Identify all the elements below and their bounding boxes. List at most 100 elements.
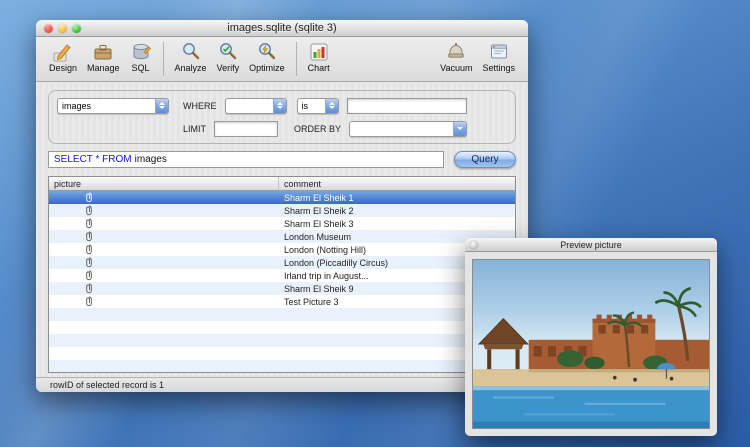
combo-down-arrow-icon xyxy=(453,121,467,136)
analyze-magnifier-icon xyxy=(180,40,202,64)
row-picture-cell xyxy=(49,257,279,268)
minimize-button[interactable] xyxy=(58,24,67,33)
paperclip-icon xyxy=(86,231,92,242)
main-titlebar[interactable]: images.sqlite (sqlite 3) xyxy=(36,20,528,37)
manage-box-icon xyxy=(92,40,114,64)
preview-window: Preview picture xyxy=(465,238,717,436)
row-comment: Sharm El Sheik 2 xyxy=(284,205,354,216)
sql-input[interactable]: SELECT * FROM images xyxy=(48,151,444,168)
toolbar-separator xyxy=(162,42,164,76)
toolbar: Design Manage SQL Analyze Verify Optimiz… xyxy=(36,37,528,82)
toolbar-analyze-button[interactable]: Analyze xyxy=(170,39,212,74)
row-picture-cell xyxy=(49,283,279,294)
close-button[interactable] xyxy=(44,24,53,33)
limit-input[interactable] xyxy=(214,120,279,137)
row-picture-cell xyxy=(49,296,279,307)
limit-label: LIMIT xyxy=(183,123,207,134)
column-header-comment[interactable]: comment xyxy=(279,177,515,190)
table-row[interactable]: London (Notting Hill) xyxy=(49,243,515,256)
toolbar-separator xyxy=(295,42,297,76)
toolbar-right-group: Vacuum Settings xyxy=(435,39,520,74)
row-comment: Sharm El Sheik 3 xyxy=(284,218,354,229)
paperclip-icon xyxy=(86,205,92,216)
query-button[interactable]: Query xyxy=(454,151,516,168)
table-row[interactable]: London Museum xyxy=(49,230,515,243)
toolbar-optimize-button[interactable]: Optimize xyxy=(244,39,290,74)
table-row[interactable]: London (Piccadilly Circus) xyxy=(49,256,515,269)
paperclip-icon xyxy=(86,283,92,294)
toolbar-manage-button[interactable]: Manage xyxy=(82,39,125,74)
toolbar-design-button[interactable]: Design xyxy=(44,39,82,74)
column-header-picture[interactable]: picture xyxy=(49,177,279,190)
settings-window-icon xyxy=(488,40,510,64)
where-label: WHERE xyxy=(183,100,217,111)
query-builder: images WHERE is LIMIT ORDER BY xyxy=(48,90,516,144)
zoom-button[interactable] xyxy=(72,24,81,33)
paperclip-icon xyxy=(86,296,92,307)
traffic-lights xyxy=(44,24,81,33)
preview-content xyxy=(465,252,717,436)
paperclip-icon xyxy=(86,257,92,268)
paperclip-icon xyxy=(86,192,92,203)
design-pencil-icon xyxy=(52,40,74,64)
table-row[interactable]: Sharm El Sheik 3 xyxy=(49,217,515,230)
toolbar-label: Analyze xyxy=(174,63,207,73)
preview-close-button[interactable] xyxy=(470,241,478,249)
paperclip-icon xyxy=(86,270,92,281)
preview-title: Preview picture xyxy=(560,239,622,250)
where-field-value xyxy=(226,99,273,113)
toolbar-verify-button[interactable]: Verify xyxy=(212,39,245,74)
row-picture-cell xyxy=(49,244,279,255)
toolbar-label: Manage xyxy=(87,63,120,73)
toolbar-label: Chart xyxy=(307,63,330,73)
toolbar-settings-button[interactable]: Settings xyxy=(477,39,520,74)
table-header: picture comment xyxy=(49,177,515,191)
table-popup-value: images xyxy=(62,100,92,111)
where-field-popup[interactable] xyxy=(224,97,287,114)
optimize-magnifier-bolt-icon xyxy=(256,40,278,64)
row-picture-cell xyxy=(49,231,279,242)
popup-arrows-icon xyxy=(272,98,286,113)
toolbar-sql-button[interactable]: SQL xyxy=(125,39,157,74)
toolbar-label: Design xyxy=(49,63,78,73)
sqlite-manager-window: images.sqlite (sqlite 3) Design Manage S… xyxy=(36,20,528,392)
row-comment: Sharm El Sheik 1 xyxy=(284,192,354,203)
desktop: images.sqlite (sqlite 3) Design Manage S… xyxy=(0,0,750,447)
paperclip-icon xyxy=(86,244,92,255)
table-row[interactable]: Sharm El Sheik 9 xyxy=(49,282,515,295)
row-picture-cell xyxy=(49,205,279,216)
toolbar-label: SQL xyxy=(131,63,150,73)
preview-photo xyxy=(472,259,710,429)
table-row[interactable]: Sharm El Sheik 1 xyxy=(49,191,515,204)
order-by-label: ORDER BY xyxy=(294,123,342,134)
sql-database-icon xyxy=(130,40,152,64)
table-row[interactable]: Sharm El Sheik 2 xyxy=(49,204,515,217)
toolbar-chart-button[interactable]: Chart xyxy=(303,39,335,74)
table-row[interactable]: Test Picture 3 xyxy=(49,295,515,308)
table-body: Sharm El Sheik 1 Sharm El Sheik 2 Sharm … xyxy=(49,191,515,372)
where-value-input[interactable] xyxy=(346,97,467,114)
operator-popup[interactable]: is xyxy=(296,97,339,114)
operator-value: is xyxy=(301,100,309,111)
table-row[interactable]: Irland trip in August... xyxy=(49,269,515,282)
window-title: images.sqlite (sqlite 3) xyxy=(227,22,337,34)
sql-object: images xyxy=(134,154,167,165)
sql-keywords: SELECT * FROM xyxy=(54,154,132,165)
toolbar-label: Verify xyxy=(216,63,240,73)
sql-row: SELECT * FROM images Query xyxy=(48,151,516,168)
toolbar-vacuum-button[interactable]: Vacuum xyxy=(435,39,477,74)
row-picture-cell xyxy=(49,270,279,281)
verify-magnifier-check-icon xyxy=(217,40,239,64)
toolbar-label: Settings xyxy=(482,63,515,73)
main-content: images WHERE is LIMIT ORDER BY SELECT * … xyxy=(36,82,528,377)
preview-titlebar[interactable]: Preview picture xyxy=(465,238,717,252)
popup-arrows-icon xyxy=(324,98,338,113)
row-picture-cell xyxy=(49,192,279,203)
order-by-value xyxy=(350,122,453,136)
popup-arrows-icon xyxy=(155,98,168,113)
vacuum-bell-icon xyxy=(445,40,467,64)
order-by-combo[interactable] xyxy=(349,120,468,137)
chart-bars-icon xyxy=(308,40,330,64)
table-popup[interactable]: images xyxy=(57,97,169,114)
toolbar-label: Vacuum xyxy=(440,63,473,73)
